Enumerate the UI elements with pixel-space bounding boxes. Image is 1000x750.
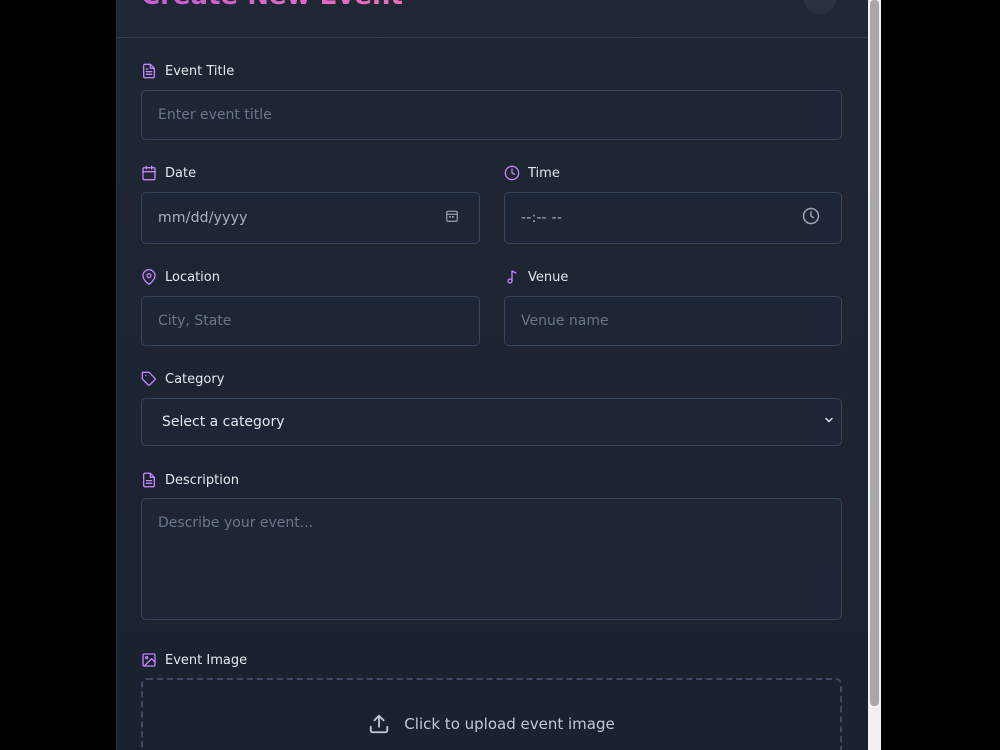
document-icon — [143, 472, 155, 488]
music-note-icon — [507, 270, 517, 284]
image-icon — [142, 653, 156, 667]
category-label-text: Category — [165, 371, 225, 387]
modal-header: Create New Event ✕ — [117, 0, 868, 38]
event-title-label: Event Title — [141, 63, 234, 79]
date-value: mm/dd/yyyy — [158, 210, 248, 226]
event-image-label-text: Event Image — [165, 652, 248, 668]
calendar-icon — [142, 165, 156, 181]
description-placeholder: Describe your event... — [158, 515, 314, 531]
map-pin-icon — [142, 269, 156, 285]
event-image-label: Event Image — [141, 652, 247, 668]
document-icon — [143, 63, 155, 79]
close-button[interactable]: ✕ — [803, 0, 837, 14]
venue-label: Venue — [504, 269, 568, 285]
modal-title: Create New Event — [141, 0, 403, 11]
tag-icon — [141, 371, 156, 386]
time-value: --:-- -- — [521, 210, 563, 226]
date-label: Date — [141, 165, 196, 181]
venue-input[interactable]: Venue name — [504, 296, 842, 346]
location-label-text: Location — [165, 269, 220, 285]
close-icon: ✕ — [814, 0, 826, 5]
date-label-text: Date — [165, 165, 197, 181]
time-input[interactable]: --:-- -- — [504, 192, 842, 244]
location-label: Location — [141, 269, 220, 285]
time-label: Time — [504, 165, 560, 181]
category-selected-value: Select a category — [162, 414, 285, 430]
category-select[interactable]: Select a category — [141, 398, 842, 446]
clock-icon — [504, 165, 520, 181]
event-title-input[interactable]: Enter event title — [141, 90, 842, 140]
description-label: Description — [141, 472, 239, 488]
upload-text: Click to upload event image — [404, 715, 615, 733]
time-label-text: Time — [528, 165, 560, 181]
scrollbar-thumb[interactable] — [870, 0, 879, 706]
time-picker-icon[interactable] — [801, 206, 821, 230]
description-label-text: Description — [165, 472, 240, 488]
description-textarea[interactable]: Describe your event... — [141, 498, 842, 620]
event-title-placeholder: Enter event title — [158, 107, 272, 123]
location-input[interactable]: City, State — [141, 296, 480, 346]
image-upload-dropzone[interactable]: Click to upload event image — [141, 678, 842, 750]
venue-placeholder: Venue name — [521, 313, 609, 329]
venue-label-text: Venue — [528, 269, 569, 285]
date-input[interactable]: mm/dd/yyyy — [141, 192, 480, 244]
category-label: Category — [141, 371, 224, 387]
chevron-down-icon — [823, 414, 835, 430]
location-placeholder: City, State — [158, 313, 232, 329]
upload-icon — [370, 714, 389, 734]
calendar-picker-icon[interactable] — [445, 209, 459, 227]
event-title-label-text: Event Title — [165, 63, 235, 79]
